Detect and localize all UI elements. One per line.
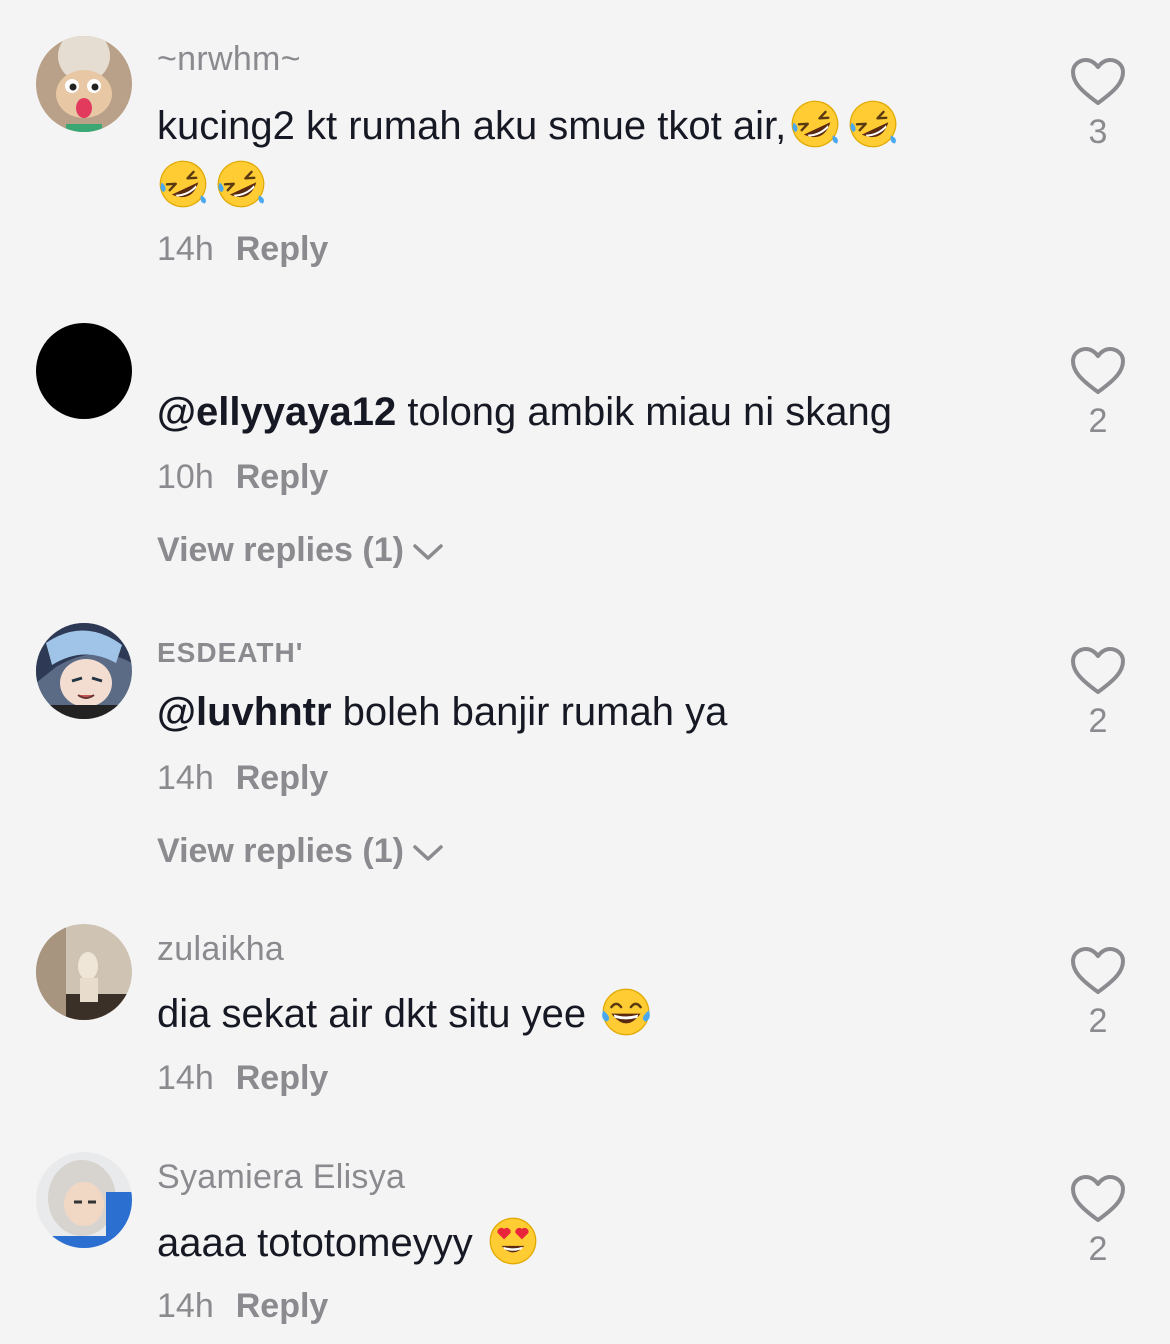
reply-button[interactable]: Reply	[236, 759, 329, 797]
like-count: 2	[1088, 1230, 1108, 1268]
like-count: 2	[1088, 1002, 1108, 1040]
view-replies-button[interactable]: View replies (1)	[157, 531, 444, 570]
avatar[interactable]	[36, 323, 132, 419]
mention-link[interactable]: @ellyyaya12	[157, 390, 396, 434]
comment-text: aaaa tototomeyyy	[157, 1213, 1037, 1273]
reply-button[interactable]: Reply	[236, 230, 329, 268]
timestamp: 14h	[157, 759, 214, 797]
comment-text: kucing2 kt rumah aku smue tkot air,	[157, 96, 1037, 216]
rofl-emoji	[215, 158, 267, 210]
reply-button[interactable]: Reply	[236, 1287, 329, 1325]
like-button[interactable]: 2	[1070, 647, 1126, 741]
like-count: 3	[1088, 113, 1108, 151]
like-button[interactable]: 2	[1070, 347, 1126, 441]
like-button[interactable]: 2	[1070, 947, 1126, 1041]
heart-outline-icon	[1070, 58, 1126, 106]
comment-meta: 14h Reply	[157, 759, 328, 798]
timestamp: 14h	[157, 1287, 214, 1325]
avatar[interactable]	[36, 924, 132, 1020]
username[interactable]: ~nrwhm~	[157, 40, 301, 79]
comment-text: @ellyyaya12 tolong ambik miau ni skang	[157, 390, 893, 434]
timestamp: 10h	[157, 458, 214, 496]
avatar[interactable]	[36, 36, 132, 132]
username[interactable]: zulaikha	[157, 930, 284, 969]
rofl-emoji	[789, 98, 841, 150]
like-count: 2	[1088, 402, 1108, 440]
heart-eyes-emoji	[487, 1215, 539, 1267]
timestamp: 14h	[157, 230, 214, 268]
tears-of-joy-emoji	[600, 986, 652, 1038]
reply-button[interactable]: Reply	[236, 458, 329, 496]
comment-text: @luvhntr boleh banjir rumah ya	[157, 690, 728, 734]
view-replies-label: View replies (1)	[157, 832, 404, 870]
like-count: 2	[1088, 702, 1108, 740]
reply-button[interactable]: Reply	[236, 1059, 329, 1097]
heart-outline-icon	[1070, 347, 1126, 395]
heart-outline-icon	[1070, 647, 1126, 695]
mention-link[interactable]: @luvhntr	[157, 690, 332, 734]
timestamp: 14h	[157, 1059, 214, 1097]
comment-meta: 10h Reply	[157, 458, 328, 497]
username[interactable]: ESDEATH'	[157, 637, 303, 669]
like-button[interactable]: 3	[1070, 58, 1126, 152]
avatar[interactable]	[36, 1152, 132, 1248]
like-button[interactable]: 2	[1070, 1175, 1126, 1269]
chevron-down-icon	[412, 843, 444, 863]
heart-outline-icon	[1070, 1175, 1126, 1223]
comment-meta: 14h Reply	[157, 1287, 328, 1326]
view-replies-label: View replies (1)	[157, 531, 404, 569]
comment-text: dia sekat air dkt situ yee	[157, 984, 1037, 1044]
comment-meta: 14h Reply	[157, 230, 328, 269]
rofl-emoji	[847, 98, 899, 150]
chevron-down-icon	[412, 542, 444, 562]
comment-meta: 14h Reply	[157, 1059, 328, 1098]
heart-outline-icon	[1070, 947, 1126, 995]
rofl-emoji	[157, 158, 209, 210]
view-replies-button[interactable]: View replies (1)	[157, 832, 444, 871]
username[interactable]: Syamiera Elisya	[157, 1158, 405, 1197]
avatar[interactable]	[36, 623, 132, 719]
